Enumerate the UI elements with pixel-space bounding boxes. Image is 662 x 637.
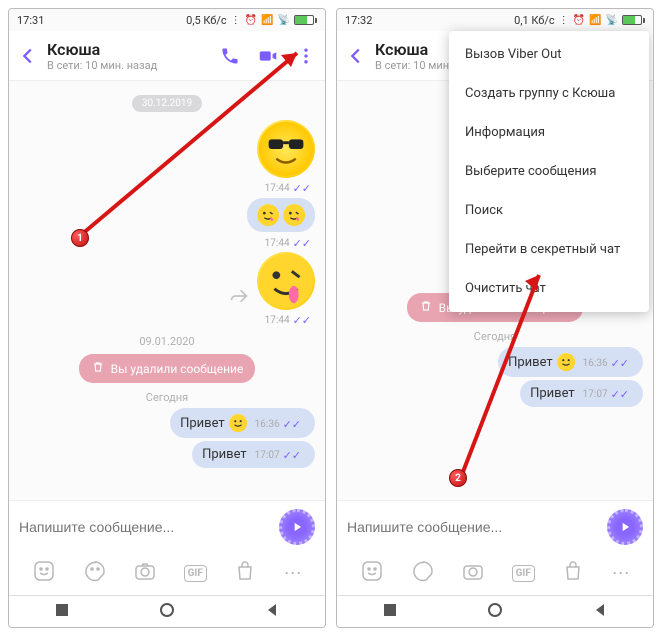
menu-clear-chat[interactable]: Очистить чат [449,269,649,308]
trash-icon [91,360,105,377]
menu-create-group[interactable]: Создать группу с Ксюша [449,74,649,113]
msg-meta: 17:44✓✓ [265,237,311,250]
wifi-icon: 📡 [278,15,290,26]
contact-name: Ксюша [47,40,211,59]
alarm-icon: ⏰ [245,15,257,26]
step-marker-2: 2 [449,469,467,487]
msg-meta: 17:44✓✓ [265,182,311,195]
wink-emoji [283,204,305,226]
menu-info[interactable]: Информация [449,113,649,152]
gif-icon[interactable]: GIF [512,565,535,582]
text-bubble[interactable]: Привет 17:07✓✓ [19,441,315,468]
bluetooth-icon: ⋮ [559,15,569,26]
recent-apps-icon[interactable] [54,602,70,622]
input-bar [337,500,653,553]
read-ticks-icon: ✓✓ [293,314,311,327]
read-ticks-icon: ✓✓ [283,418,301,431]
contact-title[interactable]: Ксюша В сети: 10 мин. назад [47,40,211,72]
input-bar [9,500,325,553]
camera-icon[interactable] [461,559,485,587]
date-chip: 30.12.2019 [132,95,202,112]
message-input[interactable] [347,519,599,535]
read-ticks-icon: ✓✓ [293,182,311,195]
clock: 17:31 [17,14,44,27]
smile-icon[interactable] [32,559,56,587]
wink-tongue-emoji [257,252,315,310]
sticker-message[interactable] [19,120,315,178]
more-icon[interactable] [295,45,317,67]
smile-icon[interactable] [360,559,384,587]
trash-icon [419,299,433,316]
forward-icon[interactable] [229,286,249,310]
gif-icon[interactable]: GIF [184,565,207,582]
call-icon[interactable] [219,45,241,67]
read-ticks-icon: ✓✓ [611,357,629,370]
read-ticks-icon: ✓✓ [611,388,629,401]
attachment-toolbar: GIF ⋯ [9,553,325,595]
sticker-message[interactable] [19,252,315,310]
msg-meta: 17:44✓✓ [265,314,311,327]
back-icon[interactable] [345,45,367,67]
signal-icon: 📶 [589,15,601,26]
home-icon[interactable] [487,602,503,622]
signal-icon: 📶 [261,15,273,26]
message-input[interactable] [19,519,271,535]
date-label: Сегодня [19,391,315,404]
wifi-icon: 📡 [606,15,618,26]
text-bubble[interactable]: Привет 17:07✓✓ [347,380,643,407]
net-speed: 0,1 Кб/с [514,14,555,27]
smile-emoji [229,414,247,432]
phone-right: 17:32 0,1 Кб/с ⋮ ⏰ 📶 📡 Ксюша В сети: 10 … [336,8,654,628]
phone-left: 17:31 0,5 Кб/с ⋮ ⏰ 📶 📡 Ксюша В сети: 10 … [8,8,326,628]
sunglasses-emoji [257,120,315,178]
sticker-icon[interactable] [411,559,435,587]
sticker-icon[interactable] [83,559,107,587]
menu-secret-chat[interactable]: Перейти в секретный чат [449,230,649,269]
net-speed: 0,5 Кб/с [186,14,227,27]
contact-status: В сети: 10 мин. назад [47,59,211,72]
shop-icon[interactable] [561,559,585,587]
chat-header: Ксюша В сети: 10 мин. назад [9,31,325,81]
android-navbar [337,595,653,627]
chat-area[interactable]: 30.12.2019 17:44✓✓ 17:44✓✓ [9,81,325,500]
more-attach-icon[interactable]: ⋯ [612,563,630,584]
context-menu: Вызов Viber Out Создать группу с Ксюша И… [449,31,649,312]
read-ticks-icon: ✓✓ [283,449,301,462]
back-icon[interactable] [17,45,39,67]
text-bubble[interactable]: Привет 16:36✓✓ [347,347,643,377]
more-attach-icon[interactable]: ⋯ [284,563,302,584]
menu-search[interactable]: Поиск [449,191,649,230]
alarm-icon: ⏰ [573,15,585,26]
status-bar: 17:32 0,1 Кб/с ⋮ ⏰ 📶 📡 [337,9,653,31]
wink-emoji [257,204,279,226]
video-icon[interactable] [257,45,279,67]
send-button[interactable] [279,509,315,545]
battery-icon [622,15,645,25]
home-icon[interactable] [159,602,175,622]
camera-icon[interactable] [133,559,157,587]
android-navbar [9,595,325,627]
step-marker-1: 1 [71,229,89,247]
recent-apps-icon[interactable] [382,602,398,622]
smile-emoji [557,353,575,371]
read-ticks-icon: ✓✓ [293,237,311,250]
bluetooth-icon: ⋮ [231,15,241,26]
text-bubble[interactable]: Привет 16:36✓✓ [19,408,315,438]
shop-icon[interactable] [233,559,257,587]
back-nav-icon[interactable] [592,602,608,622]
date-label: 09.01.2020 [19,335,315,348]
clock: 17:32 [345,14,372,27]
deleted-message[interactable]: Вы удалили сообщение [79,354,256,383]
menu-select-messages[interactable]: Выберите сообщения [449,152,649,191]
emoji-bubble[interactable] [19,198,315,232]
date-label: Сегодня [347,330,643,343]
attachment-toolbar: GIF ⋯ [337,553,653,595]
battery-icon [294,15,317,25]
send-button[interactable] [607,509,643,545]
menu-viber-out[interactable]: Вызов Viber Out [449,35,649,74]
back-nav-icon[interactable] [264,602,280,622]
status-bar: 17:31 0,5 Кб/с ⋮ ⏰ 📶 📡 [9,9,325,31]
